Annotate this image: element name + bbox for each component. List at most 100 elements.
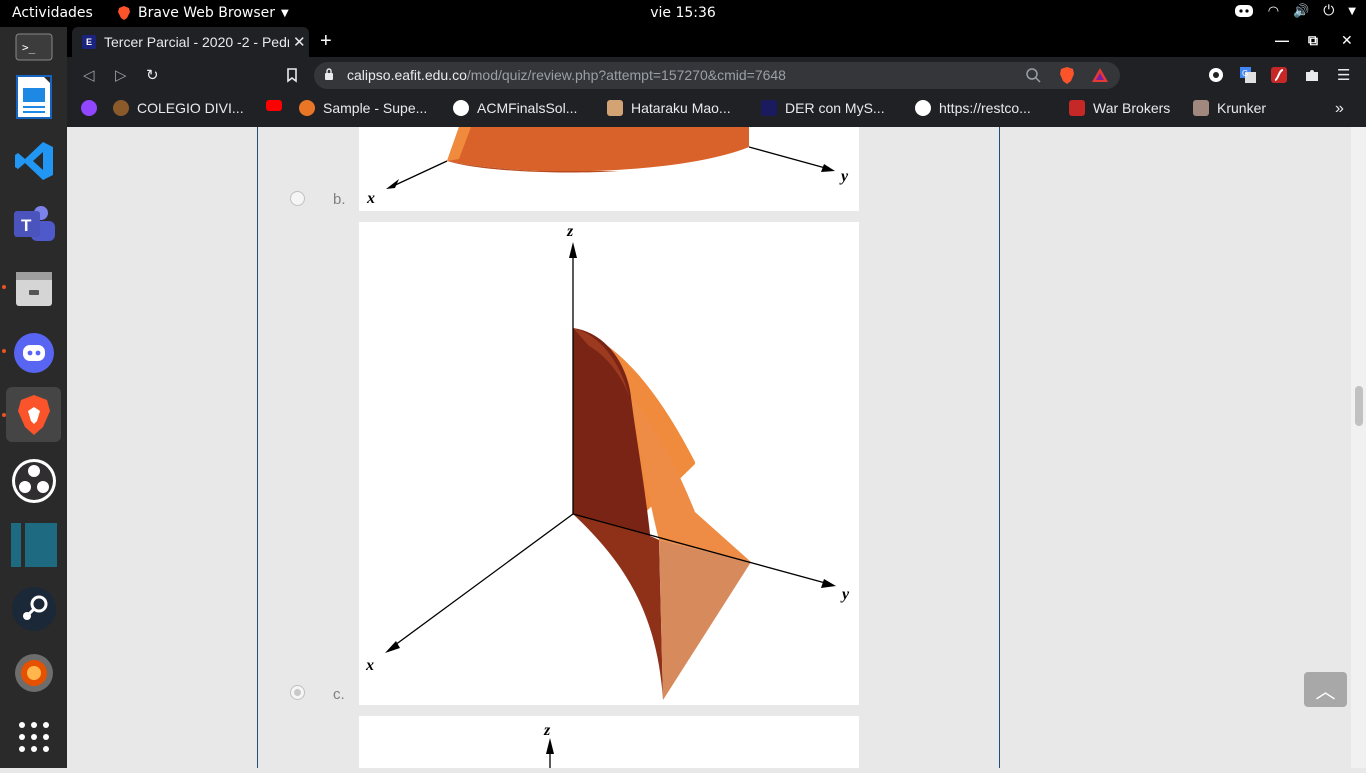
bookmark-item[interactable]: War Brokers bbox=[1069, 100, 1170, 116]
translate-icon[interactable]: G bbox=[1239, 66, 1257, 84]
more-bookmarks-icon[interactable]: » bbox=[1335, 100, 1344, 118]
system-tray[interactable]: ◠ 🔊 ⏻ ▼ bbox=[1234, 3, 1356, 19]
dock-terminal[interactable]: >_ bbox=[6, 19, 61, 74]
power-icon[interactable]: ⏻ bbox=[1323, 3, 1334, 19]
github-icon bbox=[453, 100, 469, 116]
game-icon bbox=[1069, 100, 1085, 116]
tab-active[interactable]: E Tercer Parcial - 2020 -2 - Pedro ✕ bbox=[72, 27, 309, 57]
globe-icon bbox=[915, 100, 931, 116]
dock-vscode[interactable] bbox=[6, 133, 61, 188]
bookmark-item[interactable]: DER con MyS... bbox=[761, 100, 885, 116]
option-c-radio[interactable] bbox=[290, 685, 305, 700]
terminal-icon: >_ bbox=[15, 33, 52, 60]
brave-shields-icon[interactable] bbox=[1058, 66, 1076, 85]
bookmark-label: DER con MyS... bbox=[785, 100, 885, 116]
back-to-top-button[interactable]: ︿ bbox=[1304, 672, 1347, 707]
close-icon[interactable]: ✕ bbox=[293, 33, 306, 51]
bookmark-item[interactable]: COLEGIO DIVI... bbox=[113, 100, 244, 116]
school-icon bbox=[113, 100, 129, 116]
option-d-figure: z bbox=[359, 716, 859, 768]
bookmark-item[interactable]: Krunker bbox=[1193, 100, 1266, 116]
option-b-graph: x y bbox=[366, 127, 849, 207]
discord-icon bbox=[13, 332, 54, 373]
x-axis-label: x bbox=[365, 657, 374, 674]
option-c-figure: z y x bbox=[359, 222, 859, 705]
minimize-icon[interactable]: — bbox=[1275, 32, 1289, 48]
teams-icon: T bbox=[13, 205, 55, 241]
bookmark-label: Sample - Supe... bbox=[323, 100, 428, 116]
bookmark-item[interactable]: Hataraku Mao... bbox=[607, 100, 731, 116]
bookmark-label: COLEGIO DIVI... bbox=[137, 100, 244, 116]
app-grid-icon bbox=[18, 721, 49, 752]
bookmark-item[interactable]: Sample - Supe... bbox=[299, 100, 427, 116]
option-b-figure: x y bbox=[359, 127, 859, 211]
url-path: /mod/quiz/review.php?attempt=157270&cmid… bbox=[466, 67, 786, 83]
close-window-icon[interactable]: ✕ bbox=[1341, 32, 1353, 49]
bookmark-twitch[interactable] bbox=[81, 100, 97, 116]
browser-toolbar: ◁ ▷ ↻ calipso.eafit.edu.co/mod/quiz/revi… bbox=[67, 57, 1366, 93]
dock-writer[interactable] bbox=[6, 69, 61, 124]
menu-icon[interactable]: ☰ bbox=[1337, 66, 1350, 84]
steam-icon bbox=[11, 586, 56, 631]
page-content: x y b. z y x c. z bbox=[67, 127, 1351, 768]
extensions-puzzle-icon[interactable] bbox=[1303, 66, 1321, 84]
bookmark-label: ACMFinalsSol... bbox=[477, 100, 578, 116]
option-b-label: b. bbox=[333, 191, 346, 208]
back-icon[interactable]: ◁ bbox=[83, 66, 95, 84]
bookmarks-bar: COLEGIO DIVI... Sample - Supe... ACMFina… bbox=[67, 93, 1366, 127]
option-b-radio[interactable] bbox=[290, 191, 305, 206]
brave-icon bbox=[17, 394, 50, 435]
url-host: calipso.eafit.edu.co bbox=[347, 67, 467, 83]
app-menu[interactable]: Brave Web Browser ▼ bbox=[116, 5, 289, 21]
quiz-question-panel: x y b. z y x c. z bbox=[257, 127, 1000, 768]
forward-icon[interactable]: ▷ bbox=[115, 66, 127, 84]
dock-discord[interactable] bbox=[6, 325, 61, 380]
orange-app-icon bbox=[14, 653, 53, 692]
chevron-down-icon[interactable]: ▼ bbox=[1348, 6, 1356, 17]
wifi-icon[interactable]: ◠ bbox=[1268, 4, 1279, 19]
y-axis-label: y bbox=[840, 586, 850, 603]
dock-files[interactable] bbox=[6, 261, 61, 316]
tab-strip: E Tercer Parcial - 2020 -2 - Pedro ✕ + —… bbox=[67, 27, 1366, 57]
krunker-icon bbox=[1193, 100, 1209, 116]
address-bar[interactable]: calipso.eafit.edu.co/mod/quiz/review.php… bbox=[314, 62, 1120, 89]
bookmark-item[interactable]: https://restco... bbox=[915, 100, 1031, 116]
bookmark-youtube[interactable] bbox=[266, 100, 282, 111]
dock-app-panel[interactable] bbox=[6, 517, 61, 572]
new-tab-button[interactable]: + bbox=[320, 30, 332, 53]
dock-teams[interactable]: T bbox=[6, 197, 61, 252]
zoom-icon[interactable] bbox=[1025, 67, 1041, 83]
svg-text:>_: >_ bbox=[22, 41, 36, 54]
restore-icon[interactable]: ⧉ bbox=[1308, 32, 1318, 49]
dock: >_ T bbox=[0, 27, 67, 768]
brave-rewards-icon[interactable] bbox=[1091, 67, 1109, 83]
obs-icon bbox=[11, 458, 56, 503]
app-name: Brave Web Browser bbox=[138, 5, 275, 21]
bookmark-label: Hataraku Mao... bbox=[631, 100, 731, 116]
vscode-icon bbox=[14, 141, 53, 180]
dock-brave[interactable] bbox=[6, 387, 61, 442]
discord-icon[interactable] bbox=[1234, 3, 1254, 19]
eafit-favicon: E bbox=[82, 35, 96, 49]
volume-icon[interactable]: 🔊 bbox=[1293, 4, 1309, 19]
bookmark-item[interactable]: ACMFinalsSol... bbox=[453, 100, 577, 116]
bookmark-label: Krunker bbox=[1217, 100, 1267, 116]
scrollbar-thumb[interactable] bbox=[1355, 386, 1363, 426]
reload-icon[interactable]: ↻ bbox=[146, 66, 159, 84]
z-axis-label: z bbox=[566, 223, 574, 240]
bookmark-icon[interactable] bbox=[283, 66, 301, 84]
page-scrollbar[interactable] bbox=[1351, 127, 1366, 768]
extension-circle-icon[interactable] bbox=[1207, 66, 1225, 84]
flash-icon[interactable] bbox=[1270, 66, 1288, 84]
chevron-down-icon: ▼ bbox=[281, 7, 289, 19]
os-top-bar: Actividades Brave Web Browser ▼ vie 15:3… bbox=[0, 0, 1366, 27]
lock-icon bbox=[325, 68, 333, 80]
dock-blender[interactable] bbox=[6, 645, 61, 700]
anime-icon bbox=[607, 100, 623, 116]
dock-steam[interactable] bbox=[6, 581, 61, 636]
url-text: calipso.eafit.edu.co/mod/quiz/review.php… bbox=[347, 67, 786, 83]
dock-obs[interactable] bbox=[6, 453, 61, 508]
y-axis-label: y bbox=[839, 168, 849, 185]
option-c-label: c. bbox=[333, 686, 345, 703]
show-apps-button[interactable] bbox=[6, 709, 61, 764]
